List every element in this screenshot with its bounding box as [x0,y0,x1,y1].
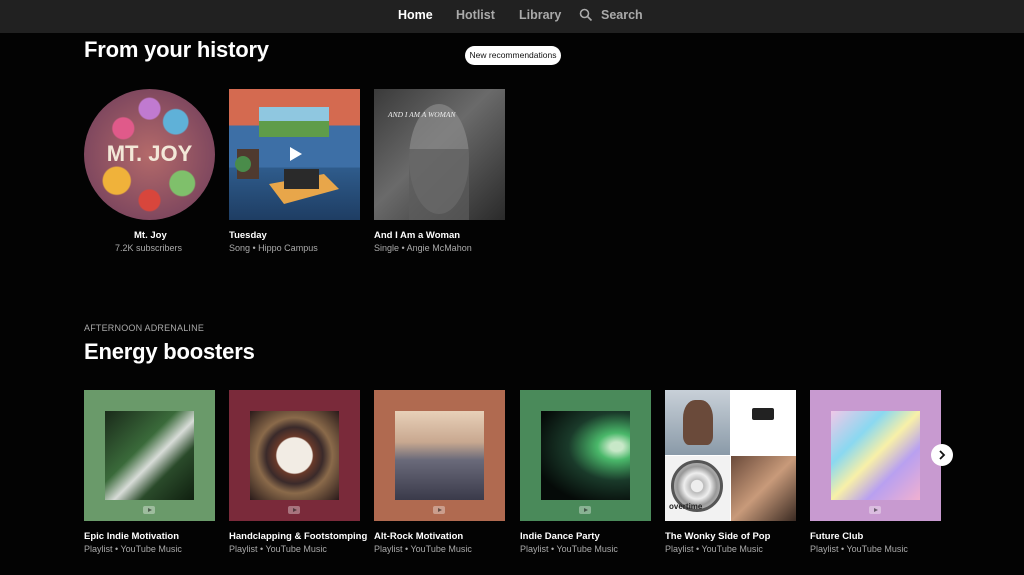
playlist-artwork[interactable] [520,390,651,521]
new-recommendations-button[interactable]: New recommendations [465,46,561,65]
card-title[interactable]: Future Club [810,531,863,542]
mt-joy-art-text: MT. JOY [107,141,193,166]
card-subtitle: 7.2K subscribers [115,243,183,253]
card-subtitle: Single • Angie McMahon [374,243,472,253]
card-title[interactable]: Alt-Rock Motivation [374,531,463,542]
card-subtitle: Playlist • YouTube Music [520,544,618,554]
top-nav-bar: Home Hotlist Library Search [0,0,1024,33]
card-title[interactable]: The Wonky Side of Pop [665,531,770,542]
youtube-icon [143,506,155,514]
card-subtitle: Playlist • YouTube Music [665,544,763,554]
card-title[interactable]: And I Am a Woman [374,230,460,241]
carousel-next-button[interactable] [931,444,953,466]
history-heading: From your history [84,37,269,62]
album-art-text: AND I AM A WOMAN [387,110,456,119]
section-strapline: AFTERNOON ADRENALINE [84,323,205,333]
card-title[interactable]: Mt. Joy [134,230,167,241]
card-subtitle: Playlist • YouTube Music [810,544,908,554]
card-subtitle: Song • Hippo Campus [229,243,318,253]
nav-home[interactable]: Home [398,8,433,22]
play-icon[interactable] [229,89,360,220]
nav-library[interactable]: Library [519,8,561,22]
youtube-icon [579,506,591,514]
card-title[interactable]: Epic Indie Motivation [84,531,179,542]
card-title[interactable]: Tuesday [229,230,267,241]
playlist-artwork[interactable] [84,390,215,521]
tuesday-artwork[interactable] [229,89,360,220]
chevron-right-icon [939,450,946,460]
card-subtitle: Playlist • YouTube Music [374,544,472,554]
youtube-icon [869,506,881,514]
youtube-icon [288,506,300,514]
playlist-artwork[interactable] [810,390,941,521]
playlist-artwork[interactable]: overtime [665,390,796,521]
card-subtitle: Playlist • YouTube Music [84,544,182,554]
card-subtitle: Playlist • YouTube Music [229,544,327,554]
mt-joy-artwork[interactable]: MT. JOY [84,89,215,220]
card-title[interactable]: Handclapping & Footstomping [229,531,367,542]
album-art-text: overtime [669,502,703,511]
youtube-icon [433,506,445,514]
nav-search[interactable]: Search [601,8,643,22]
energy-heading[interactable]: Energy boosters [84,339,255,365]
card-title[interactable]: Indie Dance Party [520,531,600,542]
and-i-am-a-woman-artwork[interactable]: AND I AM A WOMAN [374,89,505,220]
playlist-artwork[interactable] [374,390,505,521]
playlist-artwork[interactable] [229,390,360,521]
search-icon[interactable] [579,8,593,22]
nav-hotlist[interactable]: Hotlist [456,8,495,22]
